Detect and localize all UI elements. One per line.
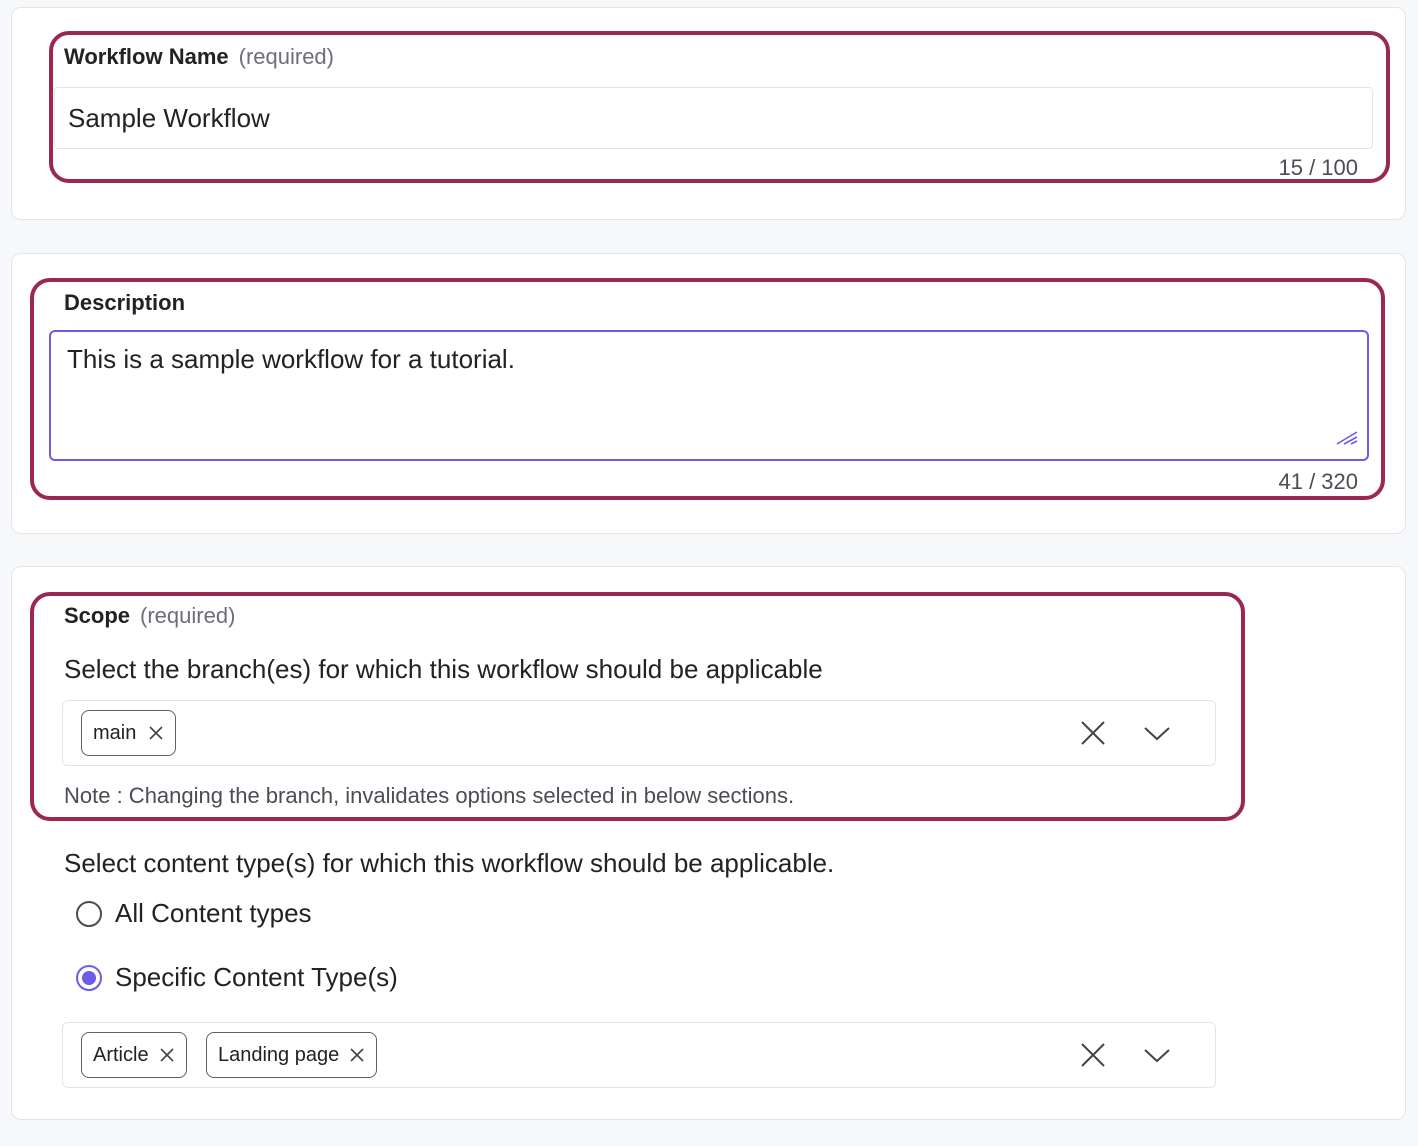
close-icon[interactable]	[1077, 1039, 1109, 1071]
close-icon[interactable]	[159, 1047, 175, 1063]
description-textarea[interactable]: This is a sample workflow for a tutorial…	[49, 330, 1369, 461]
chip-label: Landing page	[218, 1043, 340, 1066]
content-type-chip-landing-page: Landing page	[206, 1032, 378, 1078]
radio-label-all-content-types[interactable]: All Content types	[115, 898, 312, 929]
content-type-chip-article: Article	[81, 1032, 187, 1078]
radio-label-specific-content-types[interactable]: Specific Content Type(s)	[115, 962, 398, 993]
branch-prompt: Select the branch(es) for which this wor…	[64, 654, 823, 684]
chip-label: Article	[93, 1043, 149, 1066]
content-type-prompt: Select content type(s) for which this wo…	[64, 848, 835, 878]
workflow-name-label-text: Workflow Name	[64, 44, 229, 69]
radio-selected-dot	[82, 971, 96, 985]
description-label: Description	[64, 290, 186, 315]
close-icon[interactable]	[1077, 717, 1109, 749]
workflow-name-counter: 15 / 100	[1278, 155, 1358, 180]
close-icon[interactable]	[349, 1047, 365, 1063]
scope-label: Scope (required)	[64, 603, 235, 629]
branch-chip-main: main	[81, 710, 177, 756]
branch-select[interactable]	[62, 700, 1216, 766]
description-counter: 41 / 320	[1278, 469, 1358, 494]
description-value: This is a sample workflow for a tutorial…	[67, 344, 515, 374]
radio-all-content-types[interactable]	[76, 901, 102, 927]
resize-handle-icon[interactable]	[1335, 422, 1359, 453]
scope-label-text: Scope	[64, 603, 131, 628]
close-icon[interactable]	[148, 725, 164, 741]
required-tag: (required)	[238, 44, 334, 69]
chip-label: main	[93, 721, 137, 744]
workflow-name-label: Workflow Name (required)	[64, 44, 334, 70]
branch-note: Note : Changing the branch, invalidates …	[64, 783, 795, 808]
chevron-down-icon[interactable]	[1141, 717, 1173, 749]
chevron-down-icon[interactable]	[1141, 1039, 1173, 1071]
required-tag: (required)	[140, 603, 236, 628]
workflow-name-value: Sample Workflow	[68, 102, 270, 133]
radio-specific-content-types[interactable]	[76, 965, 102, 991]
workflow-name-input[interactable]: Sample Workflow	[54, 87, 1373, 149]
